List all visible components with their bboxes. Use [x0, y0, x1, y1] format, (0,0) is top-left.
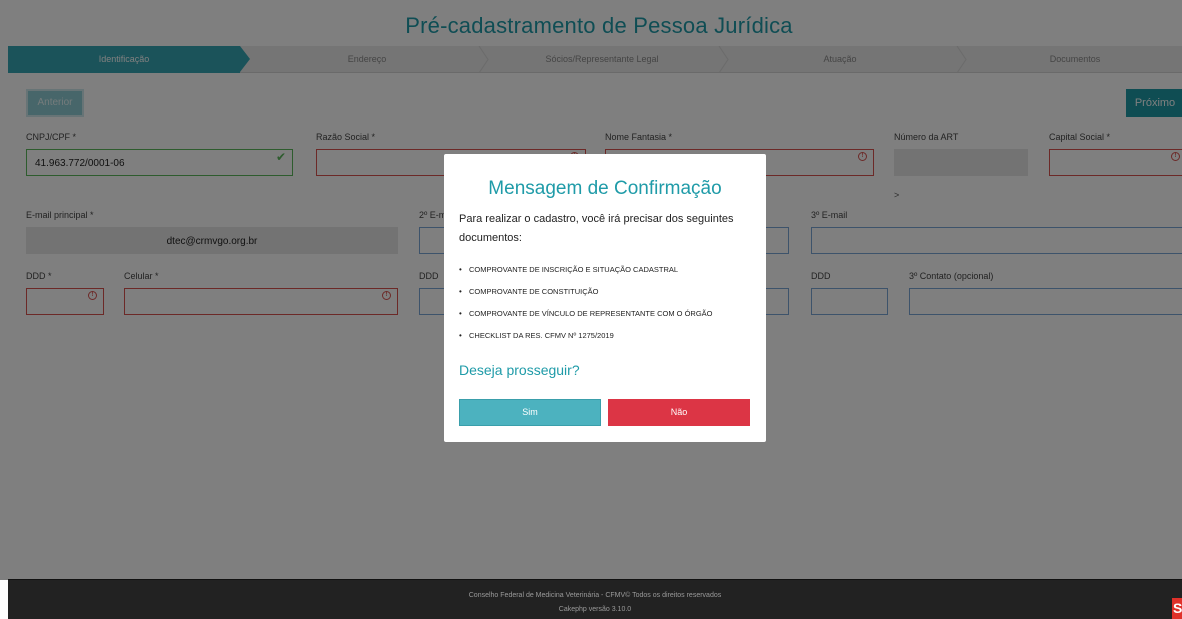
list-item: COMPROVANTE DE VÍNCULO DE REPRESENTANTE …: [459, 308, 759, 330]
list-item: CHECKLIST DA RES. CFMV Nº 1275/2019: [459, 330, 759, 352]
modal-intro: Para realizar o cadastro, você irá preci…: [459, 213, 734, 244]
no-button[interactable]: Não: [608, 399, 750, 426]
list-item: COMPROVANTE DE CONSTITUIÇÃO: [459, 286, 759, 308]
list-item: COMPROVANTE DE INSCRIÇÃO E SITUAÇÃO CADA…: [459, 264, 759, 286]
modal-question: Deseja prosseguir?: [459, 362, 580, 378]
required-documents-list: COMPROVANTE DE INSCRIÇÃO E SITUAÇÃO CADA…: [459, 264, 759, 352]
corner-badge[interactable]: S: [1172, 598, 1182, 619]
page: Pré-cadastramento de Pessoa Jurídica Ide…: [0, 0, 1182, 619]
footer-copyright: Conselho Federal de Medicina Veterinária…: [468, 592, 722, 599]
footer-version: Cakephp versão 3.10.0: [558, 606, 632, 613]
confirmation-modal: Mensagem de Confirmação Para realizar o …: [444, 154, 766, 442]
yes-button[interactable]: Sim: [459, 399, 601, 426]
footer: Conselho Federal de Medicina Veterinária…: [8, 579, 1182, 619]
modal-title: Mensagem de Confirmação: [488, 178, 722, 199]
